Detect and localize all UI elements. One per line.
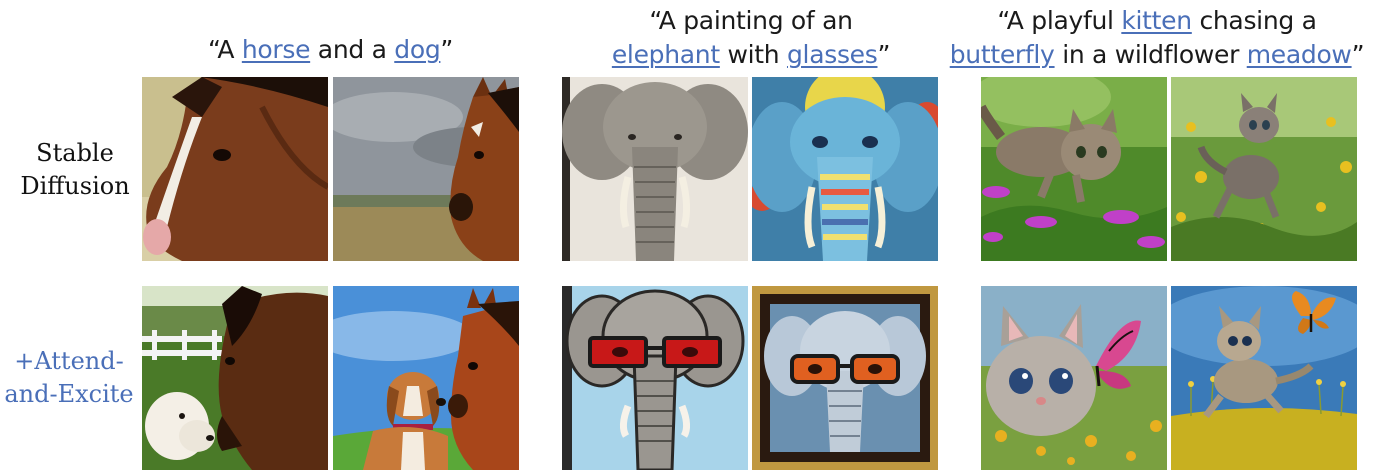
ae-elephant-glasses-image-2 (752, 286, 938, 470)
sd-kitten-image-1 (981, 77, 1167, 261)
caption-text: and a (310, 35, 395, 64)
row-label-attend-and-excite: +Attend- and-Excite (0, 345, 138, 411)
caption-line: “A horse and a dog” (142, 33, 519, 67)
caption-horse-dog: “A horse and a dog” (142, 33, 519, 67)
caption-text: ” (440, 35, 454, 64)
caption-keyword: elephant (611, 40, 720, 69)
caption-text: ” (1351, 40, 1365, 69)
ae-horse-dog-image-1 (142, 286, 328, 470)
row-label-line: +Attend- (14, 347, 124, 375)
ae-elephant-glasses-image-1 (562, 286, 748, 470)
caption-keyword: dog (394, 35, 441, 64)
sd-elephant-image-2 (752, 77, 938, 261)
row-label-line: and-Excite (4, 380, 134, 408)
row-label-stable-diffusion: Stable Diffusion (0, 137, 150, 203)
caption-line: elephant with glasses” (562, 38, 940, 72)
caption-keyword: butterfly (949, 40, 1055, 69)
caption-text: with (719, 40, 787, 69)
caption-keyword: horse (241, 35, 311, 64)
row-label-line: Diffusion (20, 172, 130, 200)
caption-elephant-glasses: “A painting of an elephant with glasses” (562, 4, 940, 72)
caption-line: “A playful kitten chasing a (940, 4, 1374, 38)
caption-keyword: kitten (1121, 6, 1192, 35)
sd-kitten-image-2 (1171, 77, 1357, 261)
sd-horse-image-1 (142, 77, 328, 261)
caption-text: ” (877, 40, 891, 69)
sd-horse-image-2 (333, 77, 519, 261)
row-label-line: Stable (36, 139, 114, 167)
caption-line: “A painting of an (562, 4, 940, 38)
caption-text: “A (207, 35, 242, 64)
caption-line: butterfly in a wildflower meadow” (940, 38, 1374, 72)
caption-keyword: meadow (1246, 40, 1352, 69)
caption-text: in a wildflower (1054, 40, 1247, 69)
ae-horse-dog-image-2 (333, 286, 519, 470)
caption-text: “A painting of an (649, 6, 853, 35)
caption-keyword: glasses (786, 40, 878, 69)
ae-kitten-butterfly-image-1 (981, 286, 1167, 470)
sd-elephant-image-1 (562, 77, 748, 261)
caption-kitten-butterfly: “A playful kitten chasing a butterfly in… (940, 4, 1374, 72)
caption-text: “A playful (997, 6, 1122, 35)
caption-text: chasing a (1191, 6, 1317, 35)
ae-kitten-butterfly-image-2 (1171, 286, 1357, 470)
